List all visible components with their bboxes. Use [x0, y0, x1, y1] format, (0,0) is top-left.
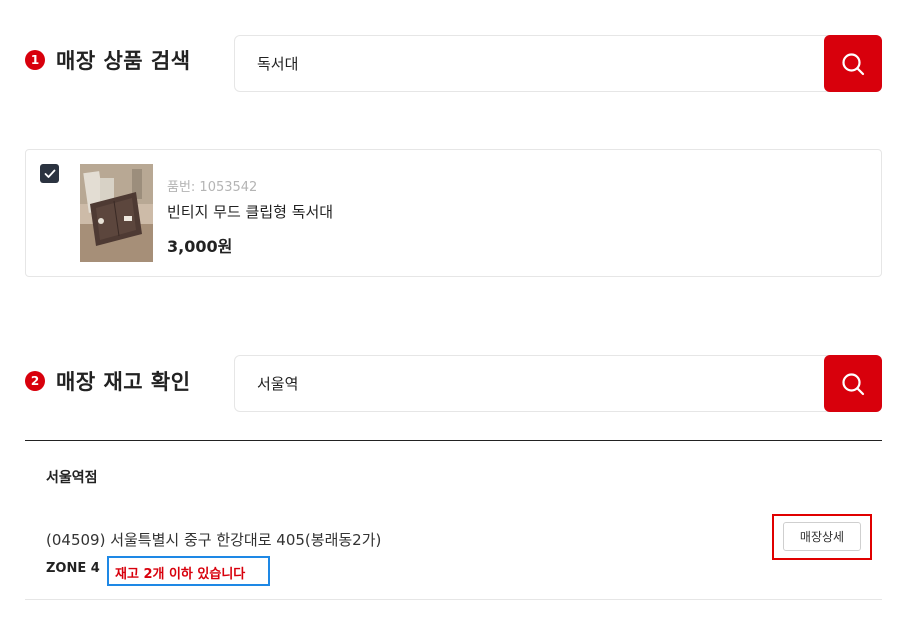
store-name: 서울역점	[46, 470, 98, 486]
stock-status-text: 재고 2개 이하 있습니다	[115, 567, 246, 582]
product-search-button[interactable]	[824, 35, 882, 92]
product-checkbox[interactable]	[40, 164, 59, 183]
section-title-stock-check: 2 매장 재고 확인	[25, 366, 191, 396]
results-top-divider	[25, 440, 882, 441]
results-bottom-divider	[25, 599, 882, 600]
search-icon	[842, 52, 865, 75]
product-card[interactable]: 품번: 1053542 빈티지 무드 클립형 독서대 3,000원	[25, 149, 882, 277]
step-badge-2: 2	[25, 371, 45, 391]
product-search-input[interactable]	[235, 36, 825, 91]
step-badge-1: 1	[25, 50, 45, 70]
stock-status-highlight: 재고 2개 이하 있습니다	[107, 556, 270, 586]
store-search-input[interactable]	[235, 356, 825, 411]
product-search-title: 매장 상품 검색	[56, 49, 191, 73]
store-detail-button[interactable]: 매장상세	[783, 522, 861, 551]
check-icon	[44, 169, 55, 178]
store-zone: ZONE 4	[46, 561, 100, 576]
store-search-button[interactable]	[824, 355, 882, 412]
product-thumbnail[interactable]	[80, 164, 153, 262]
product-search-box	[234, 35, 882, 92]
product-price: 3,000원	[167, 237, 233, 256]
stock-check-title: 매장 재고 확인	[56, 370, 191, 394]
section-title-product-search: 1 매장 상품 검색	[25, 45, 191, 75]
store-search-box	[234, 355, 882, 412]
store-detail-highlight: 매장상세	[772, 514, 872, 560]
product-name[interactable]: 빈티지 무드 클립형 독서대	[167, 201, 333, 222]
store-address: (04509) 서울특별시 중구 한강대로 405(봉래동2가)	[46, 531, 382, 549]
search-icon	[842, 372, 865, 395]
product-number: 품번: 1053542	[167, 180, 258, 195]
